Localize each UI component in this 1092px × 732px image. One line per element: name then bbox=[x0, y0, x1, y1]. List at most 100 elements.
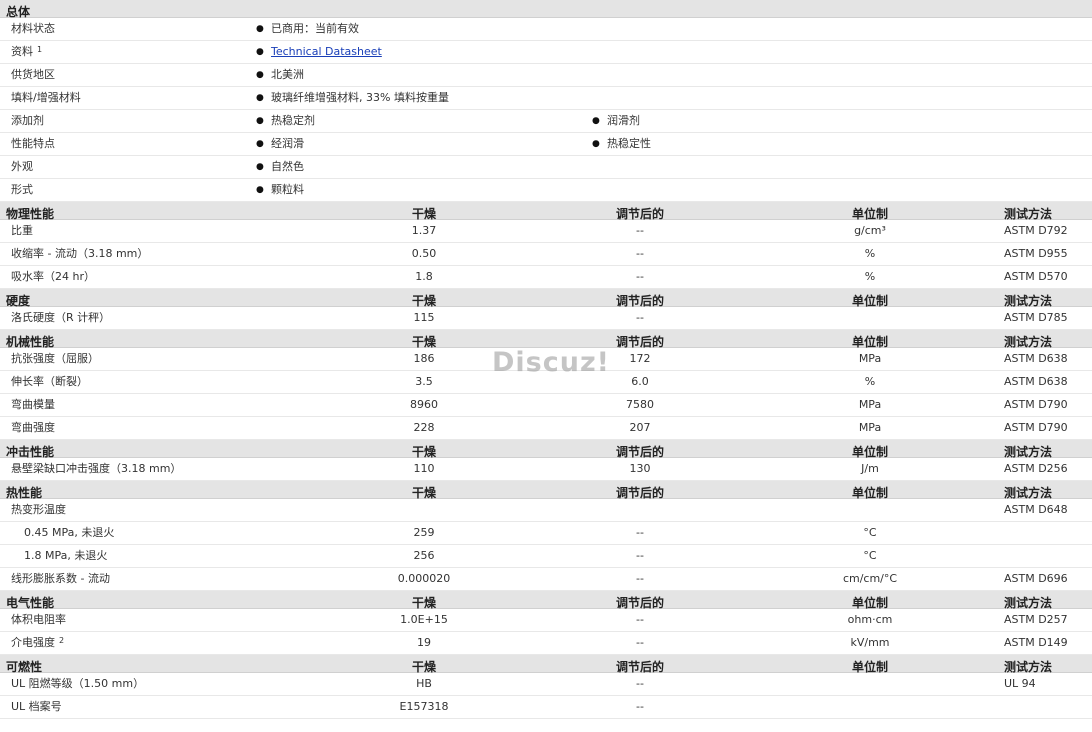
section-header-general: 总体 bbox=[0, 0, 1092, 19]
unit-value: MPa bbox=[858, 352, 882, 365]
property-row: 悬壁梁缺口冲击强度（3.18 mm） 110 130 J/m ASTM D256 bbox=[0, 458, 1092, 481]
test-method: ASTM D638 bbox=[1004, 352, 1068, 365]
bullet-icon: ● bbox=[256, 116, 264, 126]
test-method: ASTM D570 bbox=[1004, 270, 1068, 283]
dry-value: 259 bbox=[413, 526, 435, 539]
property-row: 线形膨胀系数 - 流动 0.000020 -- cm/cm/°C ASTM D696 bbox=[0, 568, 1092, 591]
general-row-value: 北美洲 bbox=[271, 68, 304, 81]
property-row: 吸水率（24 hr） 1.8 --% ASTM D570 bbox=[0, 266, 1092, 289]
property-row: 弯曲模量 8960 7580 MPa ASTM D790 bbox=[0, 394, 1092, 417]
general-row: 形式 ● 颗粒料 bbox=[0, 179, 1092, 202]
bullet-icon: ● bbox=[256, 47, 264, 57]
dry-value: 19 bbox=[417, 636, 431, 649]
general-row-label: 填料/增强材料 bbox=[11, 91, 81, 104]
section-header: 可燃性 干燥 调节后的 单位制 测试方法 bbox=[0, 655, 1092, 674]
conditioned-value: -- bbox=[636, 677, 644, 690]
property-label: UL 阻燃等级（1.50 mm） bbox=[11, 677, 145, 690]
conditioned-value: -- bbox=[636, 549, 644, 562]
bullet-icon: ● bbox=[256, 93, 264, 103]
dry-value: 115 bbox=[413, 311, 435, 324]
test-method: ASTM D790 bbox=[1004, 398, 1068, 411]
section-header: 热性能 干燥 调节后的 单位制 测试方法 bbox=[0, 481, 1092, 500]
conditioned-value: -- bbox=[636, 700, 644, 713]
conditioned-value: -- bbox=[636, 613, 644, 626]
test-method: ASTM D257 bbox=[1004, 613, 1068, 626]
property-label: 热变形温度 bbox=[11, 503, 66, 516]
conditioned-value: 130 bbox=[629, 462, 651, 475]
property-label: 1.8 MPa, 未退火 bbox=[24, 549, 108, 562]
footnote-marker: 2 bbox=[59, 636, 65, 645]
section-header: 机械性能 干燥 调节后的 单位制 测试方法 bbox=[0, 330, 1092, 349]
general-row: 添加剂 ● 热稳定剂 ● 润滑剂 bbox=[0, 110, 1092, 133]
test-method: ASTM D149 bbox=[1004, 636, 1068, 649]
dry-value: 1.0E+15 bbox=[400, 613, 448, 626]
unit-value: % bbox=[864, 375, 876, 388]
footnote-marker: 1 bbox=[37, 45, 43, 54]
section-header: 冲击性能 干燥 调节后的 单位制 测试方法 bbox=[0, 440, 1092, 459]
unit-value: °C bbox=[863, 549, 877, 562]
dry-value: HB bbox=[416, 677, 432, 690]
property-label: 0.45 MPa, 未退火 bbox=[24, 526, 115, 539]
general-row-value: 已商用：当前有效 bbox=[271, 22, 359, 35]
section-header: 物理性能 干燥 调节后的 单位制 测试方法 bbox=[0, 202, 1092, 221]
general-row: 材料状态 ● 已商用：当前有效 bbox=[0, 18, 1092, 41]
dry-value: 186 bbox=[413, 352, 435, 365]
conditioned-value: -- bbox=[636, 224, 644, 237]
property-row: UL 档案号 E157318 -- bbox=[0, 696, 1092, 719]
section-header: 硬度 干燥 调节后的 单位制 测试方法 bbox=[0, 289, 1092, 308]
test-method: ASTM D785 bbox=[1004, 311, 1068, 324]
property-label: 收缩率 - 流动（3.18 mm） bbox=[11, 247, 149, 260]
property-label: 悬壁梁缺口冲击强度（3.18 mm） bbox=[11, 462, 182, 475]
bullet-icon: ● bbox=[256, 70, 264, 80]
property-row: 1.8 MPa, 未退火 256 -- °C bbox=[0, 545, 1092, 568]
bullet-icon: ● bbox=[256, 139, 264, 149]
property-row: 洛氏硬度（R 计秤） 115 -- ASTM D785 bbox=[0, 307, 1092, 330]
conditioned-value: -- bbox=[636, 526, 644, 539]
section-header: 电气性能 干燥 调节后的 单位制 测试方法 bbox=[0, 591, 1092, 610]
general-row-label: 材料状态 bbox=[11, 22, 55, 35]
property-row: 比重 1.37 -- g/cm³ ASTM D792 bbox=[0, 220, 1092, 243]
test-method: ASTM D792 bbox=[1004, 224, 1068, 237]
general-row-label: 供货地区 bbox=[11, 68, 55, 81]
general-row: 性能特点 ● 经润滑 ● 热稳定性 bbox=[0, 133, 1092, 156]
unit-value: J/m bbox=[861, 462, 879, 475]
test-method: ASTM D648 bbox=[1004, 503, 1068, 516]
property-row: 介电强度 2 19 -- kV/mm ASTM D149 bbox=[0, 632, 1092, 655]
dry-value: 1.37 bbox=[411, 224, 437, 237]
dry-value: 228 bbox=[413, 421, 435, 434]
general-row-value: 自然色 bbox=[271, 160, 304, 173]
property-label: 伸长率（断裂） bbox=[11, 375, 88, 388]
property-label: 抗张强度（屈服） bbox=[11, 352, 99, 365]
bullet-icon: ● bbox=[256, 185, 264, 195]
test-method: ASTM D790 bbox=[1004, 421, 1068, 434]
dry-value: 3.5 bbox=[415, 375, 433, 388]
general-row-value: 颗粒料 bbox=[271, 183, 304, 196]
property-label: 体积电阻率 bbox=[11, 613, 66, 626]
unit-value: kV/mm bbox=[850, 636, 890, 649]
general-row: 供货地区 ● 北美洲 bbox=[0, 64, 1092, 87]
datasheet-link[interactable]: Technical Datasheet bbox=[271, 41, 382, 63]
unit-value: °C bbox=[863, 526, 877, 539]
general-row-value: 润滑剂 bbox=[607, 114, 640, 127]
test-method: ASTM D638 bbox=[1004, 375, 1068, 388]
property-row: 体积电阻率 1.0E+15 -- ohm·cm ASTM D257 bbox=[0, 609, 1092, 632]
dry-value: 110 bbox=[413, 462, 435, 475]
general-row-label: 资料 bbox=[11, 45, 33, 58]
unit-value: g/cm³ bbox=[854, 224, 886, 237]
conditioned-value: -- bbox=[636, 270, 644, 283]
test-method: UL 94 bbox=[1004, 677, 1036, 690]
general-row-label: 外观 bbox=[11, 160, 33, 173]
general-row-label: 形式 bbox=[11, 183, 33, 196]
unit-value: ohm·cm bbox=[847, 613, 893, 626]
bullet-icon: ● bbox=[256, 24, 264, 34]
unit-value: cm/cm/°C bbox=[842, 572, 898, 585]
property-row: 收缩率 - 流动（3.18 mm） 0.50 --% ASTM D955 bbox=[0, 243, 1092, 266]
bullet-icon: ● bbox=[592, 116, 600, 126]
property-row: 弯曲强度 228 207 MPa ASTM D790 bbox=[0, 417, 1092, 440]
general-row-value: 热稳定剂 bbox=[271, 114, 315, 127]
conditioned-value: 7580 bbox=[626, 398, 654, 411]
general-row: 资料 1 ● Technical Datasheet bbox=[0, 41, 1092, 64]
property-label: 洛氏硬度（R 计秤） bbox=[11, 311, 111, 324]
test-method: ASTM D955 bbox=[1004, 247, 1068, 260]
dry-value: 256 bbox=[413, 549, 435, 562]
